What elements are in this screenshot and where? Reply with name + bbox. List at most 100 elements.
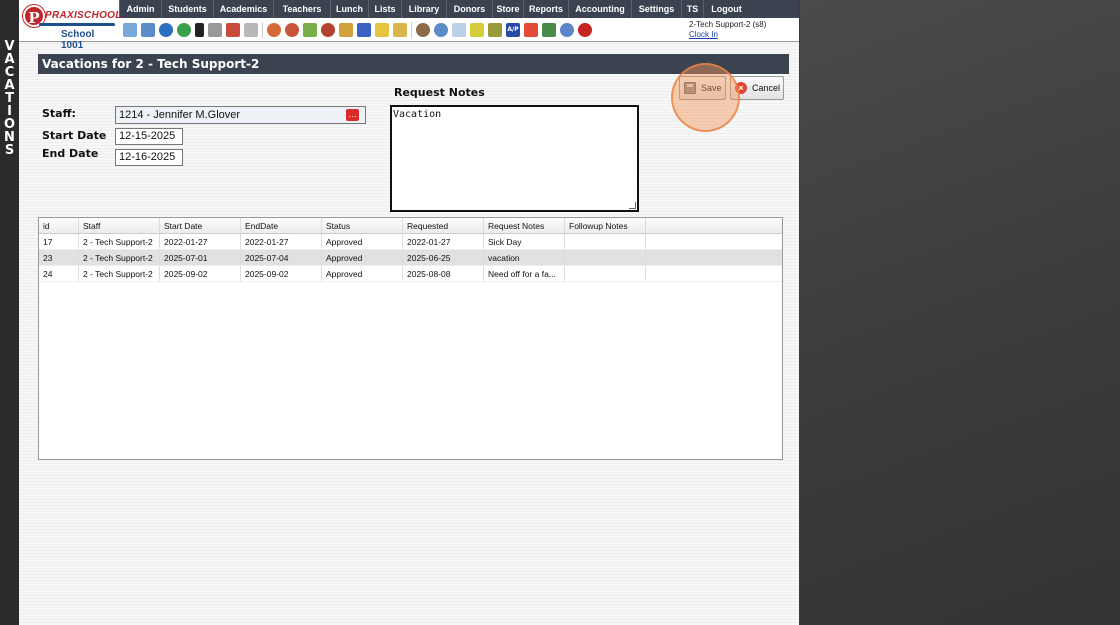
logo-swoosh [39, 23, 115, 26]
request-notes-textarea[interactable]: Vacation [390, 105, 639, 212]
table-cell: 2025-09-02 [241, 266, 322, 281]
menu-item-lunch[interactable]: Lunch [330, 0, 368, 18]
table-cell: 2022-01-27 [241, 234, 322, 249]
end-date-field[interactable]: 12-16-2025 [115, 149, 183, 166]
menu-item-logout[interactable]: Logout [703, 0, 749, 18]
calendar-icon[interactable] [226, 23, 240, 37]
table-cell [565, 234, 646, 249]
column-header[interactable]: Status [322, 218, 403, 233]
user-info: 2-Tech Support-2 (s8) Clock In [689, 20, 766, 39]
menu-item-store[interactable]: Store [492, 0, 523, 18]
table-row[interactable]: 17 2 - Tech Support-2 2022-01-27 2022-01-27… [39, 234, 782, 250]
praxischool-logo[interactable]: P PRAXISCHOOL School 1001 [21, 2, 121, 51]
group-icon[interactable] [321, 23, 335, 37]
save-button-label: Save [701, 83, 722, 93]
table-cell: Approved [322, 250, 403, 265]
table-cell: 2022-01-27 [403, 234, 484, 249]
table-cell: Approved [322, 266, 403, 281]
menu-item-accounting[interactable]: Accounting [568, 0, 631, 18]
clock-in-link[interactable]: Clock In [689, 30, 766, 39]
menu-item-library[interactable]: Library [401, 0, 446, 18]
column-header[interactable]: Followup Notes [565, 218, 646, 233]
menu-item-ts[interactable]: TS [681, 0, 703, 18]
desktop-background [800, 0, 1120, 625]
menu-item-teachers[interactable]: Teachers [273, 0, 330, 18]
ruler-icon[interactable] [470, 23, 484, 37]
staff-lookup-icon[interactable]: … [346, 109, 359, 121]
email-icon[interactable] [159, 23, 173, 37]
menu-item-reports[interactable]: Reports [523, 0, 568, 18]
ap-icon[interactable]: A/P [506, 23, 520, 37]
request-notes-value: Vacation [393, 109, 442, 120]
printer-icon[interactable] [488, 23, 502, 37]
table-cell: 23 [39, 250, 79, 265]
lunch-icon[interactable] [339, 23, 353, 37]
header: P PRAXISCHOOL School 1001 Admin Students A… [19, 0, 799, 51]
chat-icon[interactable] [177, 23, 191, 37]
table-cell: 17 [39, 234, 79, 249]
cancel-button[interactable]: × Cancel [730, 76, 784, 100]
save-button[interactable]: Save [679, 76, 726, 100]
menu-item-students[interactable]: Students [161, 0, 213, 18]
vertical-page-label: VACATIONS [0, 40, 19, 157]
table-row[interactable]: 23 2 - Tech Support-2 2025-07-01 2025-07-04… [39, 250, 782, 266]
cash-icon[interactable] [542, 23, 556, 37]
side-strip: VACATIONS [0, 0, 19, 625]
start-date-field[interactable]: 12-15-2025 [115, 128, 183, 145]
book-icon[interactable] [357, 23, 371, 37]
menu-item-admin[interactable]: Admin [119, 0, 161, 18]
app-window: P PRAXISCHOOL School 1001 Admin Students A… [19, 0, 799, 625]
column-header[interactable]: Requested [403, 218, 484, 233]
money-icon[interactable] [303, 23, 317, 37]
staff-field[interactable]: 1214 - Jennifer M.Glover … [115, 106, 366, 124]
menu-item-academics[interactable]: Academics [213, 0, 273, 18]
logo-brand-text: PRAXISCHOOL [45, 10, 122, 21]
column-header[interactable]: Request Notes [484, 218, 565, 233]
table-body: 17 2 - Tech Support-2 2022-01-27 2022-01-27… [39, 234, 782, 282]
table-cell: 2025-07-04 [241, 250, 322, 265]
teacher-icon[interactable] [267, 23, 281, 37]
help-icon[interactable] [560, 23, 574, 37]
table-cell: Sick Day [484, 234, 565, 249]
pdf-icon[interactable] [524, 23, 538, 37]
megaphone-icon[interactable] [244, 23, 258, 37]
table-cell: 2025-08-08 [403, 266, 484, 281]
school-name: School 1001 [61, 29, 95, 51]
table-cell: 24 [39, 266, 79, 281]
table-cell: 2025-06-25 [403, 250, 484, 265]
resize-grip-icon[interactable] [629, 202, 636, 209]
menu-item-lists[interactable]: Lists [368, 0, 401, 18]
column-header[interactable]: EndDate [241, 218, 322, 233]
floppy-disk-icon [684, 82, 696, 94]
table-cell: 2 - Tech Support-2 [79, 234, 160, 249]
table-header: id Staff Start Date EndDate Status Requested R… [39, 218, 782, 234]
table-cell: 2022-01-27 [160, 234, 241, 249]
table-cell: 2025-09-02 [160, 266, 241, 281]
search-icon[interactable] [123, 23, 137, 37]
table-cell [565, 250, 646, 265]
power-icon[interactable] [578, 23, 592, 37]
person-icon[interactable] [416, 23, 430, 37]
end-date-label: End Date [42, 147, 99, 160]
store-icon[interactable] [393, 23, 407, 37]
column-header[interactable]: id [39, 218, 79, 233]
table-icon[interactable] [452, 23, 466, 37]
vacations-table: id Staff Start Date EndDate Status Requested R… [38, 217, 783, 460]
user-name: 2-Tech Support-2 (s8) [689, 20, 767, 29]
column-header[interactable]: Start Date [160, 218, 241, 233]
speaker-icon[interactable] [208, 23, 222, 37]
menu-item-settings[interactable]: Settings [631, 0, 681, 18]
column-header[interactable]: Staff [79, 218, 160, 233]
menu-item-donors[interactable]: Donors [446, 0, 492, 18]
staff-label: Staff: [42, 107, 76, 120]
vertical-label-letter: S [4, 143, 15, 158]
grid-icon[interactable] [141, 23, 155, 37]
start-date-label: Start Date [42, 129, 107, 142]
table-row[interactable]: 24 2 - Tech Support-2 2025-09-02 2025-09-02… [39, 266, 782, 282]
student-icon[interactable] [285, 23, 299, 37]
clock-icon[interactable] [434, 23, 448, 37]
donor-icon[interactable] [375, 23, 389, 37]
phone-icon[interactable] [195, 23, 204, 37]
table-cell: Need off for a fa... [484, 266, 565, 281]
toolbar-separator [262, 22, 263, 38]
